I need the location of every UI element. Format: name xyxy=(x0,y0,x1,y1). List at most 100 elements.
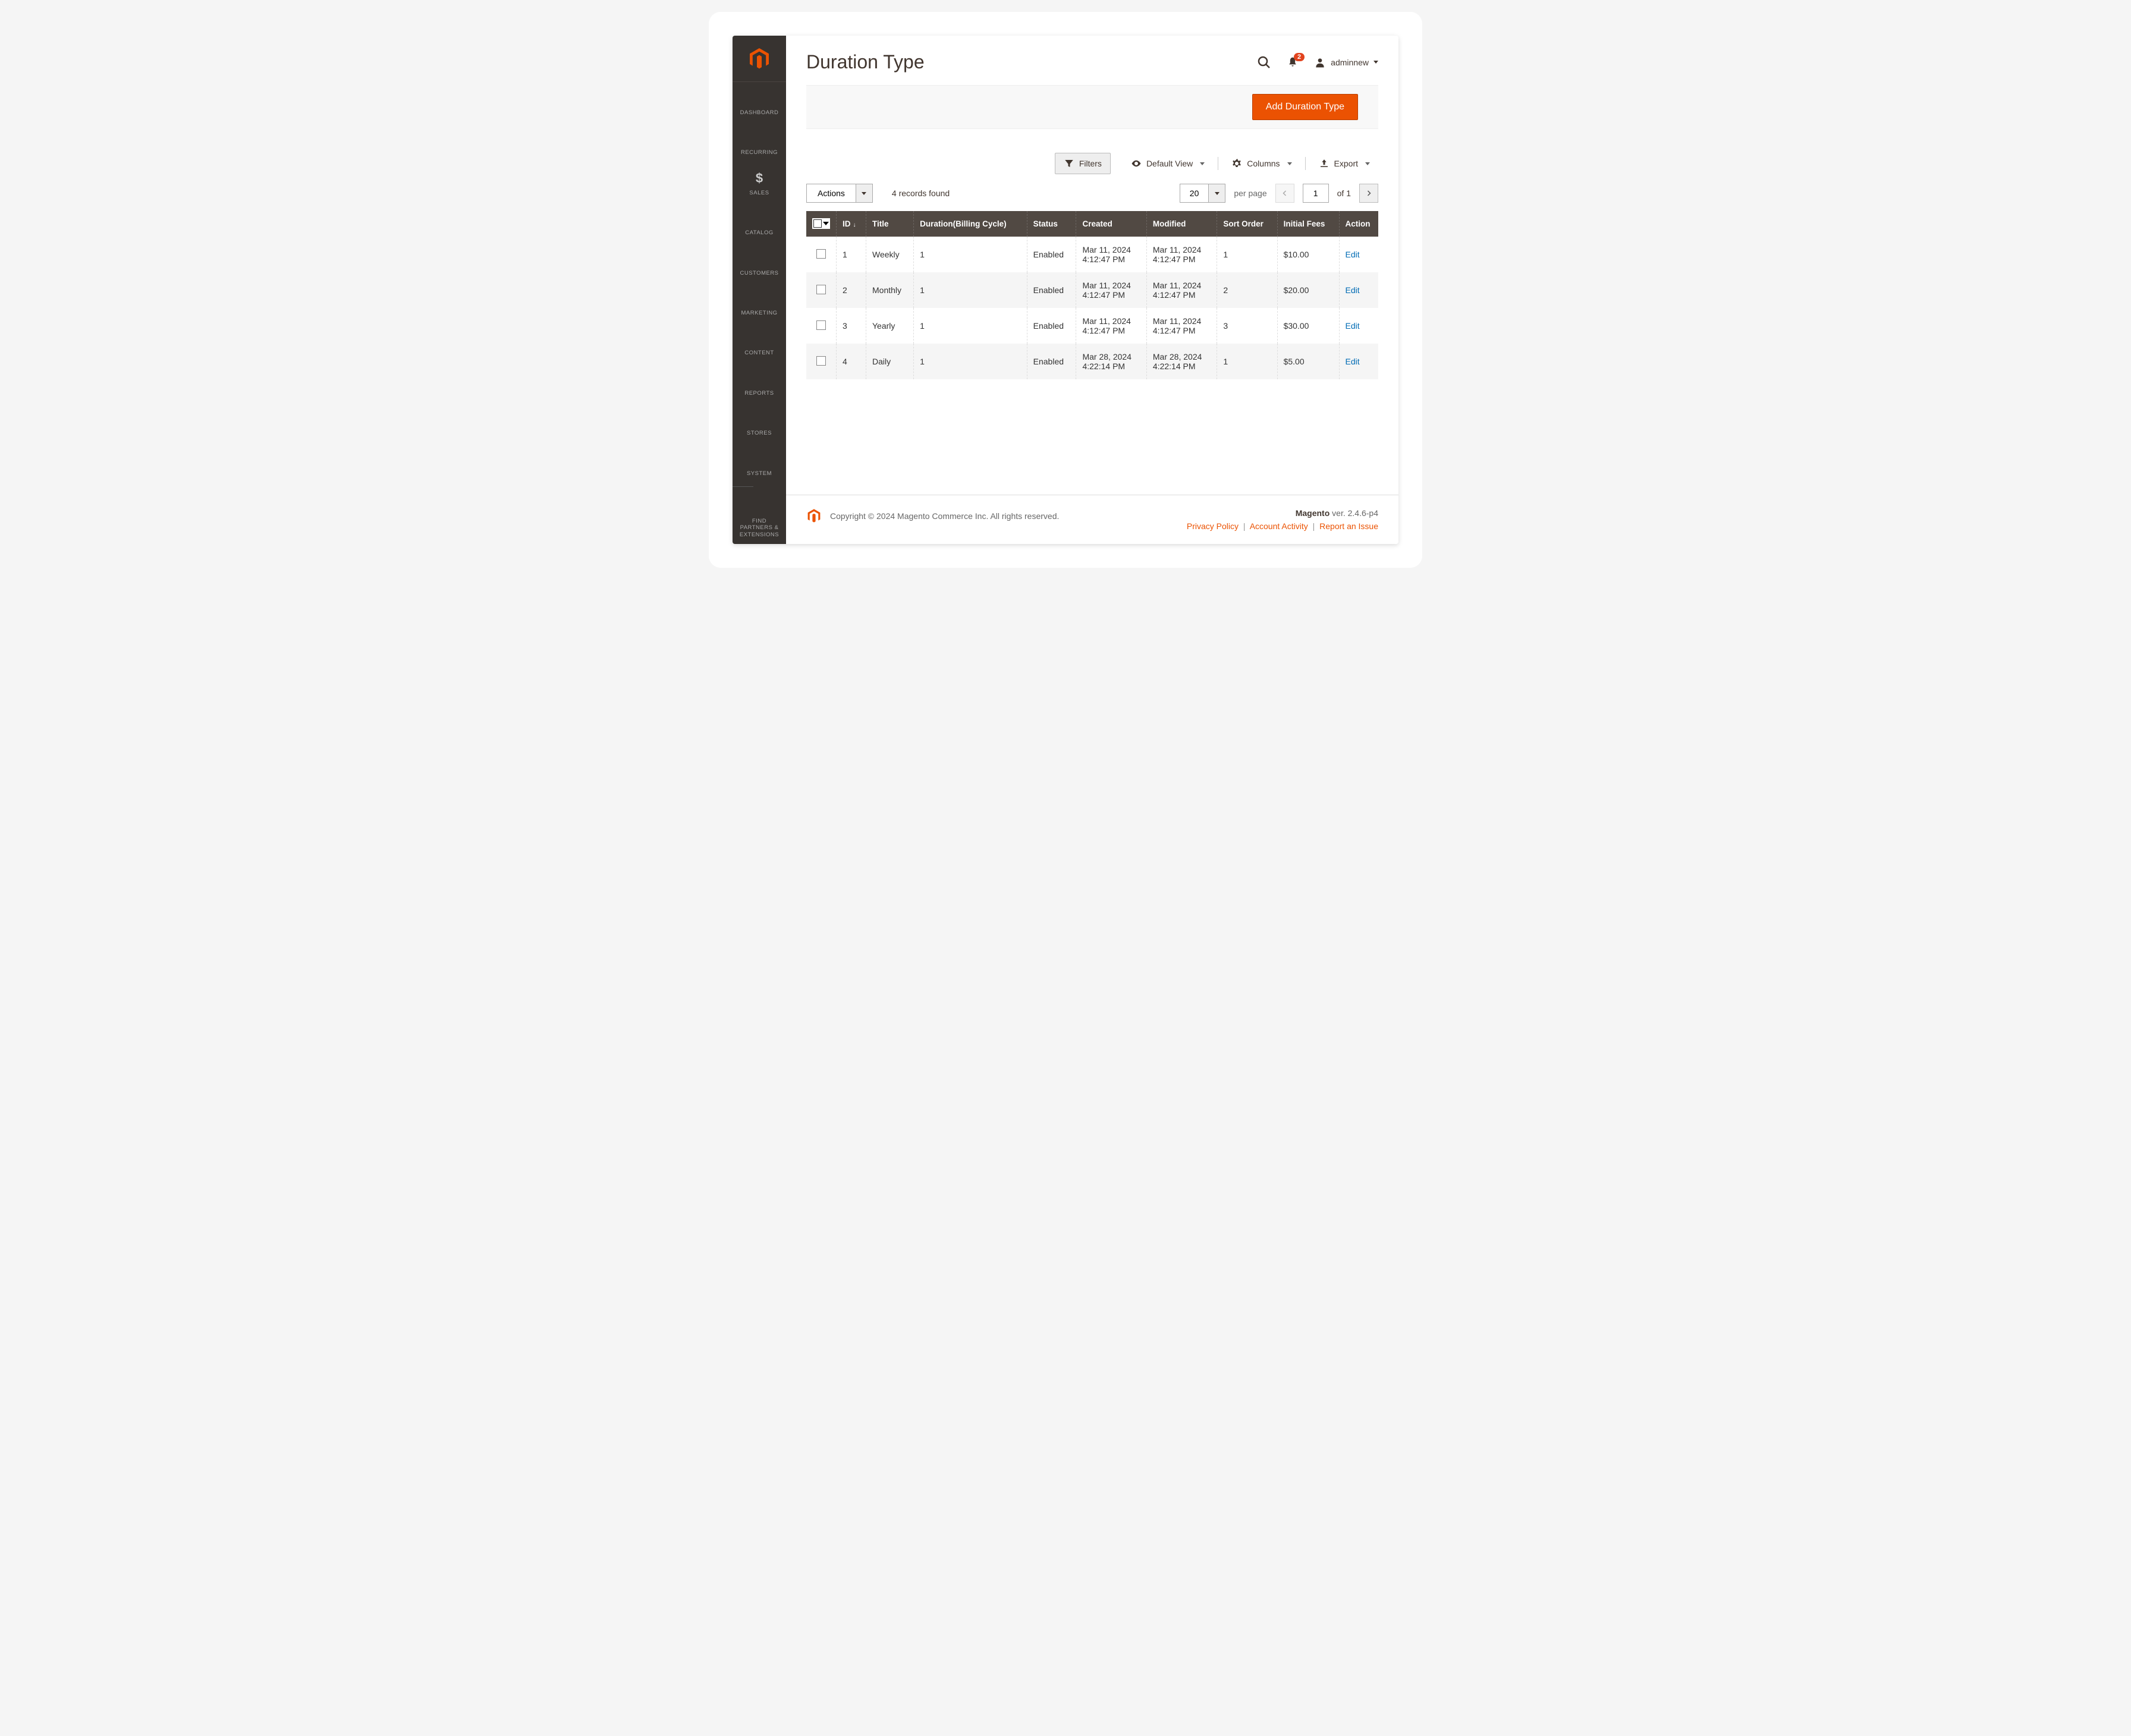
column-header[interactable]: Modified xyxy=(1146,211,1217,237)
table-cell: 1 xyxy=(837,237,866,272)
report-issue-link[interactable]: Report an Issue xyxy=(1319,521,1378,531)
table-cell: Enabled xyxy=(1027,344,1076,379)
search-icon xyxy=(1257,55,1271,70)
records-found: 4 records found xyxy=(892,188,950,198)
sidebar-item-partners[interactable]: FIND PARTNERS & EXTENSIONS xyxy=(733,490,786,544)
edit-link[interactable]: Edit xyxy=(1346,357,1360,366)
magento-logo[interactable] xyxy=(733,36,786,82)
column-header[interactable]: Duration(Billing Cycle) xyxy=(914,211,1027,237)
grid-controls: Actions 4 records found 20 per page xyxy=(786,181,1398,211)
table-row[interactable]: 1Weekly1EnabledMar 11, 20244:12:47 PMMar… xyxy=(806,237,1378,272)
table-cell: 1 xyxy=(914,308,1027,344)
row-checkbox[interactable] xyxy=(816,320,826,330)
chevron-down-icon xyxy=(1287,162,1292,165)
per-page-dropdown[interactable]: 20 xyxy=(1180,184,1226,203)
sidebar-item-label: STORES xyxy=(747,430,772,436)
page-footer: Copyright © 2024 Magento Commerce Inc. A… xyxy=(786,495,1398,544)
mass-actions-dropdown[interactable]: Actions xyxy=(806,184,873,203)
table-cell xyxy=(806,308,837,344)
chevron-down-icon xyxy=(1215,192,1219,195)
row-checkbox[interactable] xyxy=(816,285,826,294)
column-header[interactable]: Title xyxy=(866,211,914,237)
filters-button[interactable]: Filters xyxy=(1055,153,1111,174)
page-header: Duration Type 2 adminnew xyxy=(786,36,1398,85)
page-input[interactable] xyxy=(1303,184,1329,203)
sidebar-item-label: SALES xyxy=(749,190,769,196)
table-cell: Yearly xyxy=(866,308,914,344)
table-cell: 1 xyxy=(914,272,1027,308)
table-cell: Mar 11, 20244:12:47 PM xyxy=(1146,308,1217,344)
sidebar-item-stores[interactable]: STORES xyxy=(733,402,786,442)
sidebar-item-content[interactable]: CONTENT xyxy=(733,322,786,362)
gear-icon xyxy=(1231,158,1242,169)
edit-link[interactable]: Edit xyxy=(1346,321,1360,331)
column-header[interactable]: Sort Order xyxy=(1217,211,1277,237)
magento-logo-icon xyxy=(747,47,771,71)
next-page-button[interactable] xyxy=(1359,184,1378,203)
table-cell: Edit xyxy=(1339,308,1378,344)
table-cell: 1 xyxy=(1217,237,1277,272)
table-cell: Mar 28, 20244:22:14 PM xyxy=(1146,344,1217,379)
row-checkbox[interactable] xyxy=(816,249,826,259)
table-row[interactable]: 4Daily1EnabledMar 28, 20244:22:14 PMMar … xyxy=(806,344,1378,379)
table-cell: 4 xyxy=(837,344,866,379)
sidebar-item-label: FIND PARTNERS & EXTENSIONS xyxy=(735,518,784,538)
notifications-badge: 2 xyxy=(1294,53,1305,61)
table-row[interactable]: 3Yearly1EnabledMar 11, 20244:12:47 PMMar… xyxy=(806,308,1378,344)
magento-logo-icon xyxy=(806,508,822,524)
table-cell: Weekly xyxy=(866,237,914,272)
column-header[interactable]: Action xyxy=(1339,211,1378,237)
sidebar-item-recurring[interactable]: RECURRING xyxy=(733,122,786,162)
sidebar-item-dashboard[interactable]: DASHBOARD xyxy=(733,82,786,122)
column-header[interactable]: Created xyxy=(1076,211,1146,237)
column-header[interactable]: ID↓ xyxy=(837,211,866,237)
add-duration-type-button[interactable]: Add Duration Type xyxy=(1252,94,1358,120)
sidebar-item-sales[interactable]: $SALES xyxy=(733,162,786,202)
user-name: adminnew xyxy=(1331,58,1369,67)
sidebar-item-marketing[interactable]: MARKETING xyxy=(733,282,786,322)
table-cell: $30.00 xyxy=(1277,308,1339,344)
table-cell: 1 xyxy=(1217,344,1277,379)
sidebar: DASHBOARD RECURRING $SALESCATALOG CUSTOMERS… xyxy=(733,36,786,544)
sidebar-item-system[interactable]: SYSTEM xyxy=(733,443,786,483)
actions-bar: Add Duration Type xyxy=(806,85,1378,129)
sidebar-item-catalog[interactable]: CATALOG xyxy=(733,202,786,242)
sidebar-item-label: RECURRING xyxy=(741,149,778,156)
row-checkbox[interactable] xyxy=(816,356,826,366)
table-cell xyxy=(806,237,837,272)
edit-link[interactable]: Edit xyxy=(1346,285,1360,295)
select-all-checkbox[interactable] xyxy=(812,218,830,229)
chevron-down-icon xyxy=(1365,162,1370,165)
chevron-down-icon xyxy=(862,192,866,195)
sidebar-item-customers[interactable]: CUSTOMERS xyxy=(733,243,786,282)
search-button[interactable] xyxy=(1257,55,1271,70)
column-header[interactable]: Status xyxy=(1027,211,1076,237)
columns-button[interactable]: Columns xyxy=(1223,153,1300,174)
table-cell: 1 xyxy=(914,344,1027,379)
filter-icon xyxy=(1064,158,1074,169)
copyright: Copyright © 2024 Magento Commerce Inc. A… xyxy=(830,511,1059,521)
chevron-down-icon xyxy=(1200,162,1205,165)
table-row[interactable]: 2Monthly1EnabledMar 11, 20244:12:47 PMMa… xyxy=(806,272,1378,308)
table-cell: Mar 11, 20244:12:47 PM xyxy=(1146,237,1217,272)
sidebar-item-label: SYSTEM xyxy=(747,470,772,477)
page-title: Duration Type xyxy=(806,51,925,73)
chevron-left-icon xyxy=(1281,190,1288,197)
table-cell: Mar 11, 20244:12:47 PM xyxy=(1076,237,1146,272)
sidebar-item-label: CONTENT xyxy=(744,350,774,356)
edit-link[interactable]: Edit xyxy=(1346,250,1360,259)
sidebar-item-label: CUSTOMERS xyxy=(740,270,778,276)
user-menu[interactable]: adminnew xyxy=(1314,56,1378,68)
column-header[interactable]: Initial Fees xyxy=(1277,211,1339,237)
sidebar-item-label: REPORTS xyxy=(744,390,774,397)
account-activity-link[interactable]: Account Activity xyxy=(1250,521,1308,531)
column-header[interactable] xyxy=(806,211,837,237)
privacy-policy-link[interactable]: Privacy Policy xyxy=(1187,521,1239,531)
prev-page-button[interactable] xyxy=(1275,184,1294,203)
footer-brand: Magento xyxy=(1296,508,1330,518)
export-button[interactable]: Export xyxy=(1310,153,1378,174)
default-view-button[interactable]: Default View xyxy=(1123,153,1213,174)
sidebar-item-reports[interactable]: REPORTS xyxy=(733,363,786,402)
grid-toolbar: Filters Default View Columns Export xyxy=(786,146,1398,181)
notifications-button[interactable]: 2 xyxy=(1287,56,1299,68)
